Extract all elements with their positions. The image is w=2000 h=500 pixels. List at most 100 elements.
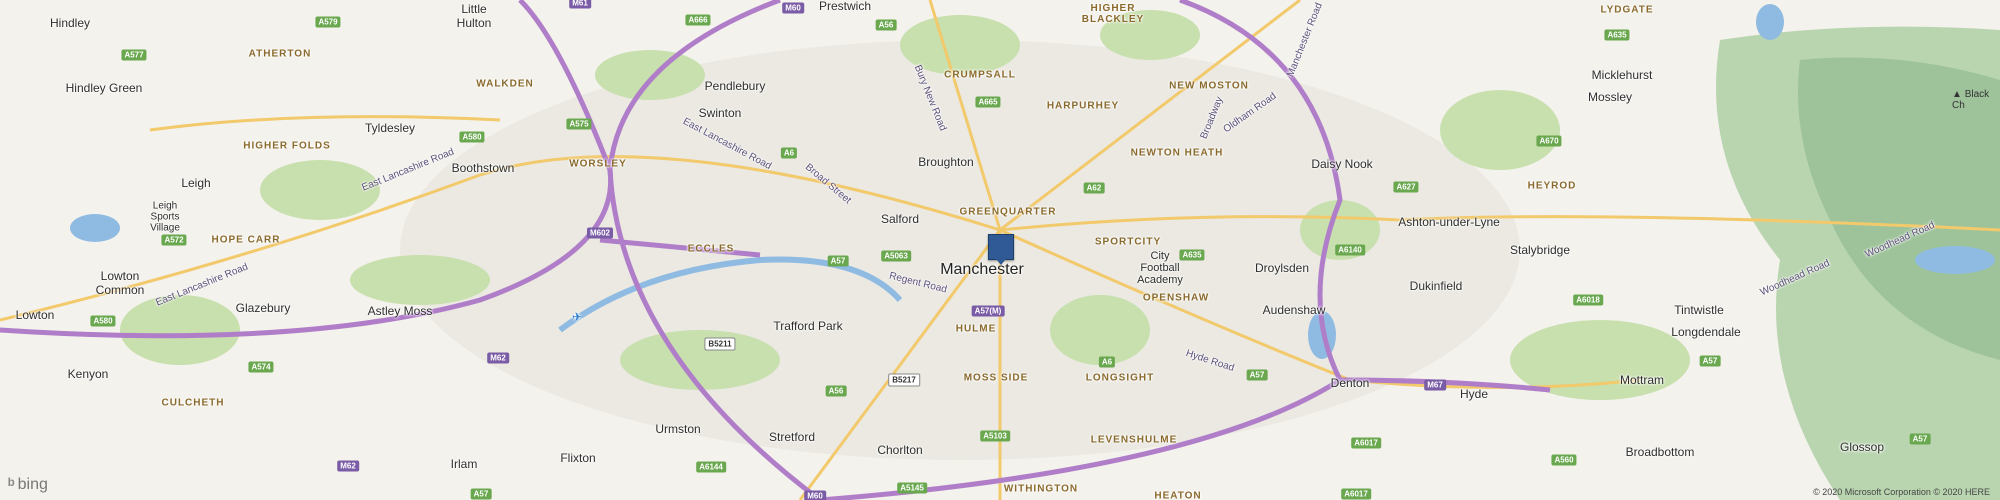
district-levenshulme: LEVENSHULME — [1090, 434, 1178, 446]
district-lydgate: LYDGATE — [1600, 4, 1654, 16]
shield-a57-ee: A57 — [1699, 355, 1721, 367]
district-atherton: ATHERTON — [248, 48, 312, 60]
shield-a6017: A6017 — [1351, 437, 1381, 449]
place-daisy-nook: Daisy Nook — [1311, 157, 1373, 171]
shield-a635-n: A635 — [1604, 29, 1630, 41]
place-irlam: Irlam — [450, 457, 478, 471]
shield-a6018: A6018 — [1573, 294, 1603, 306]
place-little-hulton: Little Hulton — [456, 2, 492, 30]
shield-a572: A572 — [161, 234, 187, 246]
place-audenshaw: Audenshaw — [1262, 303, 1326, 317]
shield-a580-s: A580 — [90, 315, 116, 327]
district-higher-blackley: HIGHER BLACKLEY — [1081, 3, 1145, 25]
shield-a574: A574 — [248, 361, 274, 373]
shield-a580: A580 — [459, 131, 485, 143]
shield-a635: A635 — [1179, 249, 1205, 261]
shield-a57-w: A57 — [827, 255, 849, 267]
shield-a577: A577 — [121, 49, 147, 61]
shield-m62: M62 — [487, 352, 509, 364]
place-mossley: Mossley — [1587, 90, 1633, 104]
shield-m62-w: M62 — [337, 460, 359, 472]
place-hyde: Hyde — [1459, 387, 1489, 401]
shield-m67: M67 — [1424, 379, 1446, 391]
shield-a62: A62 — [1083, 182, 1105, 194]
district-worsley: WORSLEY — [569, 158, 627, 170]
shield-a56-s: A56 — [825, 385, 847, 397]
place-astley-moss: Astley Moss — [367, 304, 433, 318]
place-micklehurst: Micklehurst — [1591, 68, 1653, 82]
district-greenquarter: GREENQUARTER — [959, 206, 1057, 218]
district-sportcity: SPORTCITY — [1094, 236, 1162, 248]
place-city-football-academy: City Football Academy — [1137, 250, 1183, 286]
place-leigh: Leigh — [181, 176, 211, 190]
place-trafford-park: Trafford Park — [773, 319, 843, 333]
district-walkden: WALKDEN — [476, 78, 534, 90]
place-glossop: Glossop — [1839, 440, 1885, 454]
place-urmston: Urmston — [655, 422, 701, 436]
place-ashton-under-lyne: Ashton-under-Lyne — [1398, 215, 1500, 229]
shield-a5103: A5103 — [980, 430, 1010, 442]
airport-icon: ✈ — [571, 310, 583, 324]
place-salford: Salford — [880, 212, 920, 226]
place-broughton: Broughton — [918, 155, 974, 169]
place-hindley: Hindley — [49, 16, 91, 30]
map-view[interactable]: Hindley Little Hulton Hindley Green Tyld… — [0, 0, 2000, 500]
place-stretford: Stretford — [768, 430, 816, 444]
shield-a575: A575 — [566, 118, 592, 130]
shield-a56: A56 — [875, 19, 897, 31]
district-hope-carr: HOPE CARR — [211, 234, 281, 246]
place-manchester: Manchester — [940, 261, 1024, 278]
place-lowton-common: Lowton Common — [95, 269, 145, 297]
place-longdendale: Longdendale — [1671, 325, 1741, 339]
district-heaton: HEATON — [1154, 490, 1202, 500]
shield-m602: M602 — [586, 227, 614, 239]
place-broadbottom: Broadbottom — [1625, 445, 1695, 459]
district-hulme: HULME — [955, 323, 997, 335]
district-culcheth: CULCHETH — [161, 397, 225, 409]
district-harpurhey: HARPURHEY — [1046, 100, 1120, 112]
place-flixton: Flixton — [560, 451, 596, 465]
copyright-text: © 2020 Microsoft Corporation © 2020 HERE — [1813, 487, 1990, 497]
shield-a665: A665 — [975, 96, 1001, 108]
shield-m60-n: M60 — [782, 2, 804, 14]
district-eccles: ECCLES — [687, 243, 735, 255]
place-dukinfield: Dukinfield — [1409, 279, 1463, 293]
place-lowton: Lowton — [15, 308, 55, 322]
place-mottram: Mottram — [1619, 373, 1665, 387]
place-stalybridge: Stalybridge — [1509, 243, 1571, 257]
place-boothstown: Boothstown — [451, 161, 515, 175]
place-tintwistle: Tintwistle — [1674, 303, 1724, 317]
shield-a6144: A6144 — [696, 461, 726, 473]
shield-a6140: A6140 — [1335, 244, 1365, 256]
shield-a57-sw: A57 — [470, 488, 492, 500]
place-swinton: Swinton — [698, 106, 742, 120]
place-kenyon: Kenyon — [67, 367, 109, 381]
shield-a6-s: A6 — [1098, 356, 1116, 368]
shield-a579: A579 — [315, 16, 341, 28]
place-hindley-green: Hindley Green — [65, 81, 143, 95]
shield-b5217: B5217 — [888, 373, 920, 387]
shield-b5211: B5211 — [704, 337, 736, 351]
shield-a666: A666 — [685, 14, 711, 26]
shield-a57m: A57(M) — [971, 305, 1005, 317]
place-pendlebury: Pendlebury — [704, 79, 766, 93]
place-chorlton: Chorlton — [877, 443, 923, 457]
district-newton-heath: NEWTON HEATH — [1130, 147, 1224, 159]
district-heyrod: HEYROD — [1527, 180, 1577, 192]
shield-m60-s: M60 — [804, 490, 826, 500]
shield-a5145: A5145 — [897, 482, 927, 494]
district-longsight: LONGSIGHT — [1085, 372, 1155, 384]
district-new-moston: NEW MOSTON — [1169, 80, 1249, 92]
district-higher-folds: HIGHER FOLDS — [243, 140, 331, 152]
district-moss-side: MOSS SIDE — [963, 372, 1029, 384]
shield-a560: A560 — [1551, 454, 1577, 466]
district-openshaw: OPENSHAW — [1142, 292, 1210, 304]
location-pin-icon[interactable] — [988, 234, 1014, 265]
shield-a57-far: A57 — [1909, 433, 1931, 445]
shield-a57-e: A57 — [1246, 369, 1268, 381]
place-leigh-sports-village: Leigh Sports Village — [150, 200, 180, 234]
district-crumpsall: CRUMPSALL — [944, 69, 1016, 81]
bing-logo[interactable]: ᵇ bing — [8, 475, 48, 495]
place-tyldesley: Tyldesley — [364, 121, 416, 135]
shield-m61: M61 — [569, 0, 591, 9]
